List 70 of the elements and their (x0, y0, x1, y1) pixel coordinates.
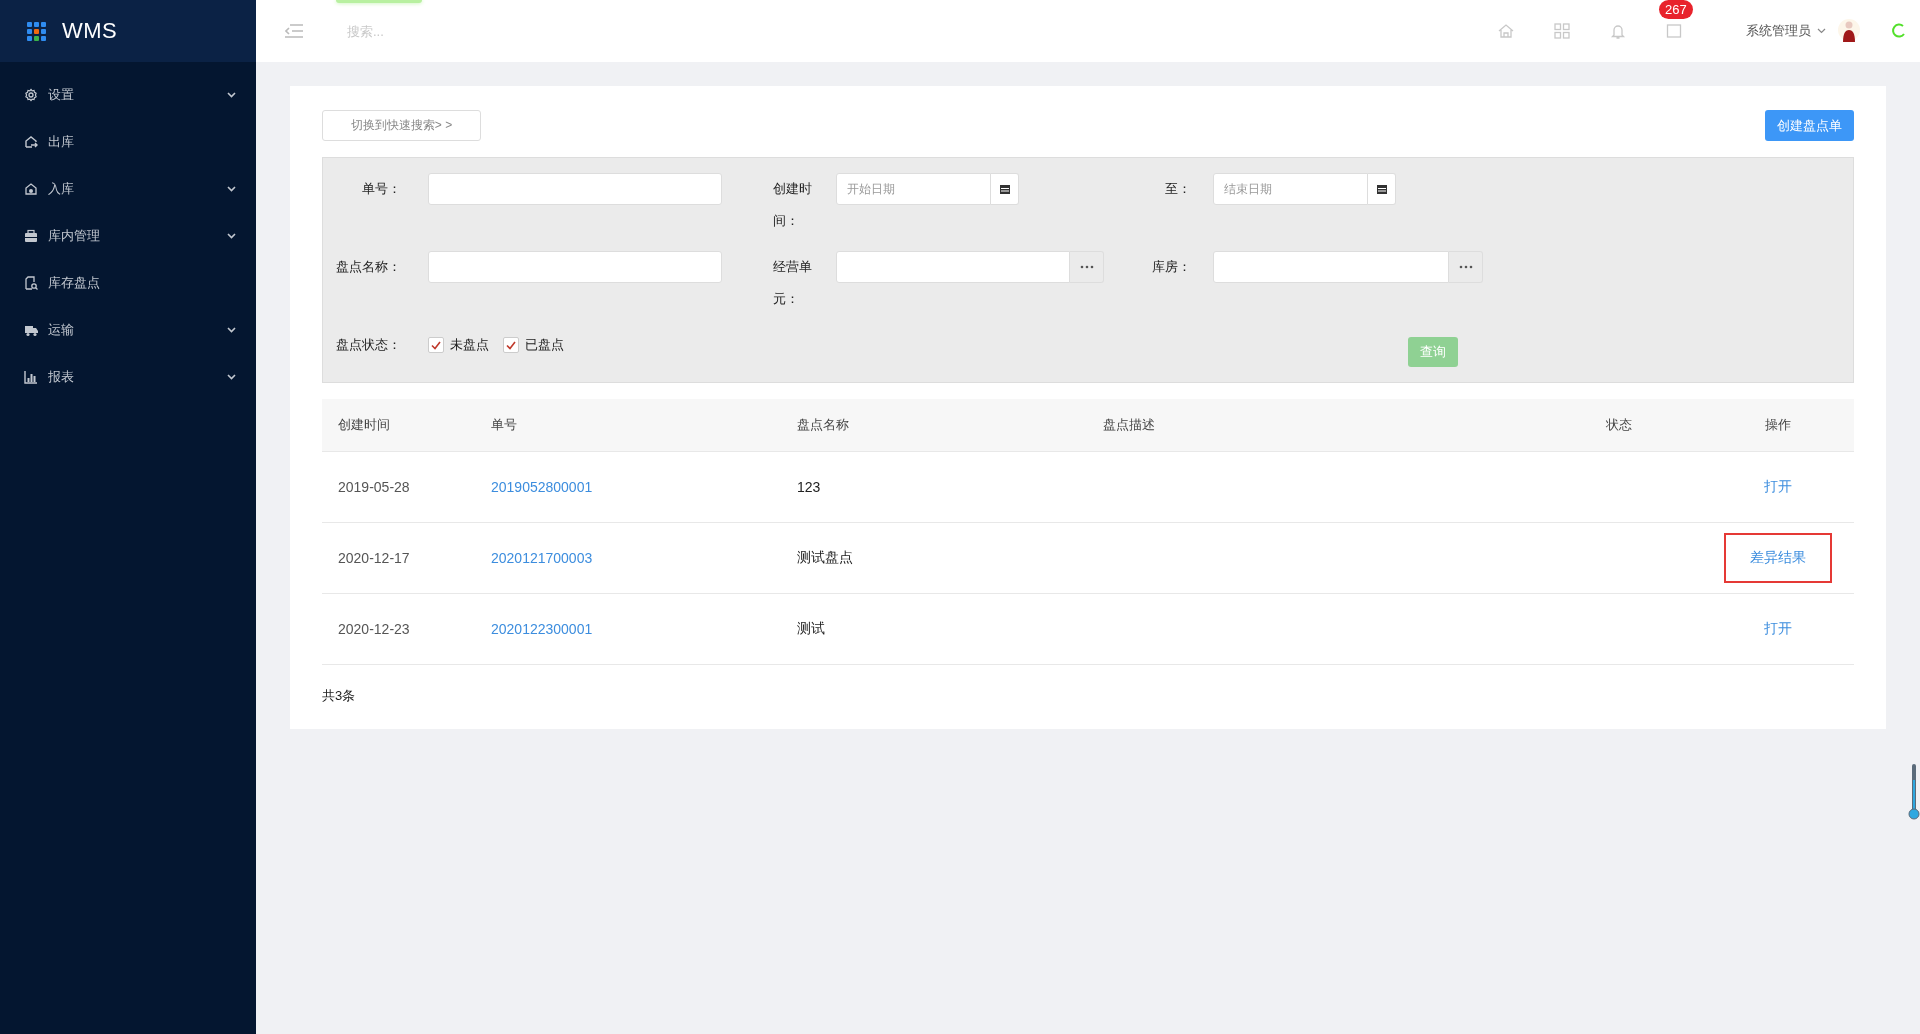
input-field[interactable] (428, 251, 722, 283)
total-count: 共3条 (322, 687, 357, 705)
column-header: 状态 (1590, 399, 1702, 452)
sidebar-item[interactable]: 入库 (0, 165, 256, 212)
column-header: 盘点名称 (781, 399, 1087, 452)
picker-button[interactable] (1449, 251, 1483, 283)
user-menu[interactable]: 系统管理员 (1746, 22, 1811, 40)
order-number-link[interactable]: 2020122300001 (491, 621, 593, 637)
calendar-button[interactable] (1368, 173, 1396, 205)
table-cell: 2020-12-23 (322, 593, 475, 665)
action-link[interactable]: 打开 (1764, 620, 1792, 636)
document-search-icon (24, 275, 38, 290)
bar-chart-icon (24, 369, 38, 384)
table-cell: 2020-12-17 (322, 522, 475, 594)
field-label: 库房： (1151, 258, 1191, 276)
home-icon[interactable] (1498, 23, 1514, 39)
table-cell: 测试盘点 (781, 522, 1087, 594)
date-field[interactable]: 结束日期 (1213, 173, 1368, 205)
sidebar-item[interactable]: 报表 (0, 353, 256, 400)
app-title: WMS (62, 18, 118, 44)
checkbox[interactable]: 未盘点 (428, 329, 489, 361)
house-icon (24, 181, 38, 196)
calendar-button[interactable] (991, 173, 1019, 205)
field-label: 盘点状态： (335, 336, 401, 354)
toolbox-icon (24, 228, 38, 243)
column-header: 盘点描述 (1087, 399, 1590, 452)
sidebar-item[interactable]: 库存盘点 (0, 259, 256, 306)
order-number-link[interactable]: 2019052800001 (491, 479, 593, 495)
column-header: 操作 (1702, 399, 1854, 452)
calendar-icon (1375, 183, 1388, 195)
table-cell: 123 (781, 451, 1087, 523)
checkmark-icon (506, 340, 516, 350)
house-arrow-icon (24, 134, 38, 149)
field-label: 经营单元： (773, 258, 813, 308)
column-header: 单号 (475, 399, 781, 452)
notification-badge: 267 (1659, 0, 1693, 19)
action-link[interactable]: 打开 (1764, 478, 1792, 494)
sidebar-item[interactable]: 设置 (0, 71, 256, 118)
ellipsis-icon (1458, 265, 1473, 269)
column-header: 创建时间 (322, 399, 475, 452)
action-link[interactable]: 差异结果 (1724, 533, 1832, 583)
sidebar-item[interactable]: 出库 (0, 118, 256, 165)
date-field[interactable]: 开始日期 (836, 173, 991, 205)
field-label: 单号： (361, 180, 401, 198)
ellipsis-icon (1079, 265, 1094, 269)
calendar-icon (998, 183, 1011, 195)
sidebar-item[interactable]: 库内管理 (0, 212, 256, 259)
field-label: 盘点名称： (335, 258, 401, 276)
table-cell: 2019-05-28 (322, 451, 475, 523)
picker-button[interactable] (1070, 251, 1104, 283)
avatar[interactable] (1838, 18, 1860, 44)
checkbox[interactable]: 已盘点 (503, 329, 564, 361)
order-number-link[interactable]: 2020121700003 (491, 550, 593, 566)
field-label: 创建时间： (773, 180, 813, 230)
checkmark-icon (431, 340, 441, 350)
gear-icon (24, 87, 38, 102)
input-field[interactable] (1213, 251, 1449, 283)
field-label: 至： (1164, 180, 1191, 198)
table-cell: 测试 (781, 593, 1087, 665)
grid-icon[interactable] (1554, 23, 1570, 39)
switch-search-button[interactable]: 切换到快速搜索> > (322, 110, 481, 141)
thermometer-icon (1908, 764, 1920, 820)
input-field[interactable] (428, 173, 722, 205)
chevron-down-icon (1817, 28, 1826, 34)
sidebar-item[interactable]: 运输 (0, 306, 256, 353)
loading-spinner-icon (1890, 23, 1906, 39)
menu-icon[interactable] (285, 24, 303, 38)
app-grid-icon[interactable] (27, 21, 46, 41)
input-field[interactable] (836, 251, 1070, 283)
bell-icon[interactable] (1610, 23, 1626, 39)
